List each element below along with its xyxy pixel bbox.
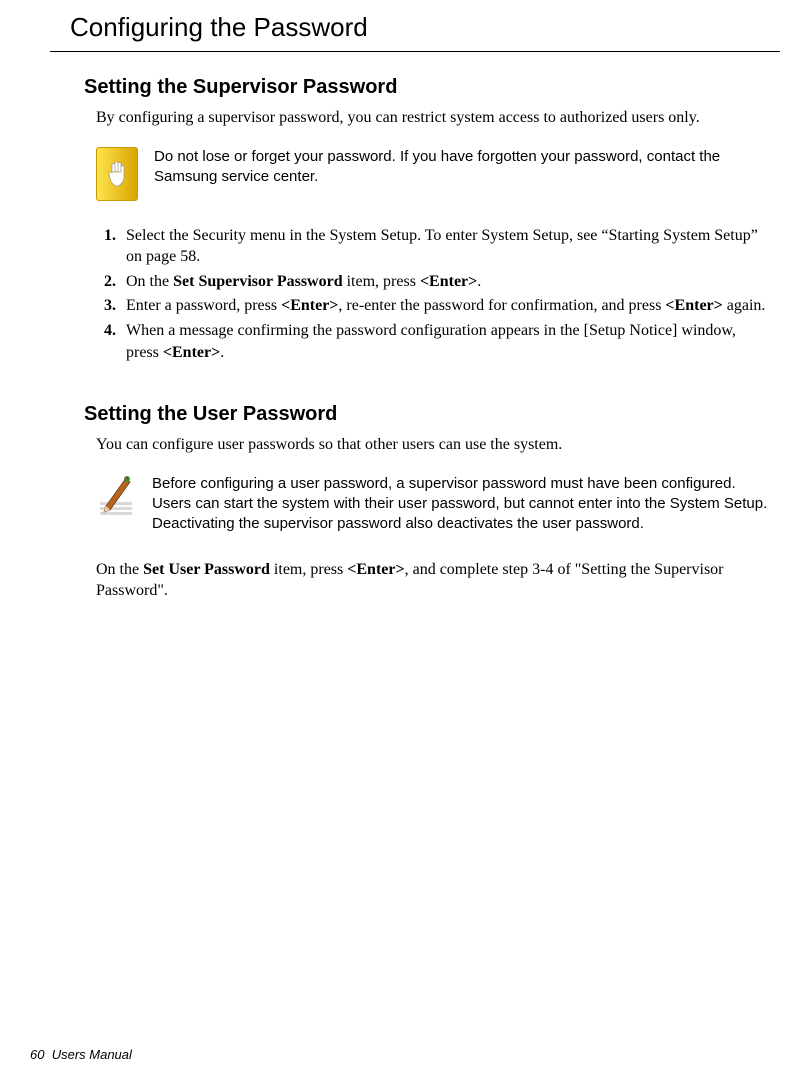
section-heading-user: Setting the User Password <box>84 401 772 428</box>
page-number: 60 <box>30 1047 44 1062</box>
step-3: Enter a password, press <Enter>, re-ente… <box>120 295 772 317</box>
caution-text: Do not lose or forget your password. If … <box>154 147 772 188</box>
supervisor-intro: By configuring a supervisor password, yo… <box>96 107 772 129</box>
title-rule <box>50 51 780 52</box>
step-1: Select the Security menu in the System S… <box>120 225 772 268</box>
step-2: On the Set Supervisor Password item, pre… <box>120 271 772 293</box>
section-heading-supervisor: Setting the Supervisor Password <box>84 74 772 101</box>
page-title: Configuring the Password <box>70 10 780 45</box>
caution-callout: Do not lose or forget your password. If … <box>96 147 772 201</box>
footer-label: Users Manual <box>52 1047 132 1062</box>
note-callout: Before configuring a user password, a su… <box>96 474 772 535</box>
step-4: When a message confirming the password c… <box>120 320 772 363</box>
note-pencil-icon <box>96 474 136 518</box>
note-text: Before configuring a user password, a su… <box>152 474 772 535</box>
caution-hand-icon <box>96 147 138 201</box>
user-closing: On the Set User Password item, press <En… <box>96 559 772 602</box>
supervisor-steps: Select the Security menu in the System S… <box>96 225 772 364</box>
user-intro: You can configure user passwords so that… <box>96 434 772 456</box>
page-footer: 60 Users Manual <box>30 1046 132 1064</box>
